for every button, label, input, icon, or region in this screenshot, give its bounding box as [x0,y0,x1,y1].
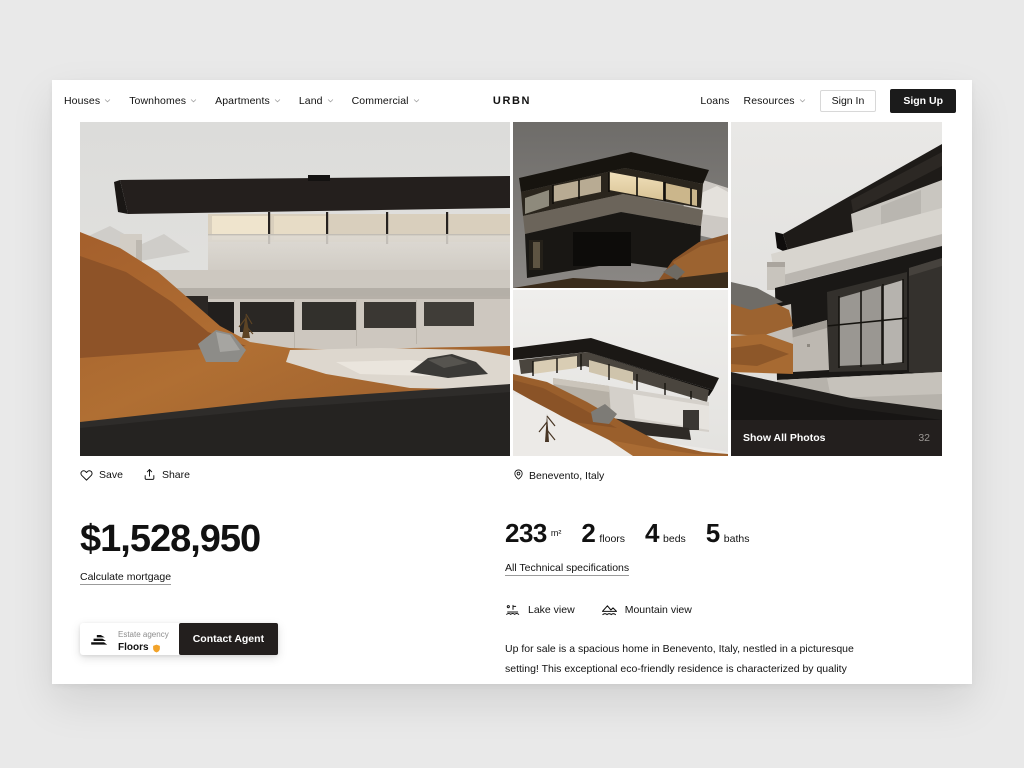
top-navigation-bar: Houses Townhomes Apartments Land Commerc… [52,80,972,122]
listing-actions: Save Share [80,468,942,481]
share-label: Share [161,468,190,481]
agency-name: Floors [118,642,169,654]
listing-price: $1,528,950 [80,518,261,560]
heart-icon [80,468,93,481]
primary-nav-links: Houses Townhomes Apartments Land Commerc… [64,95,420,107]
nav-item-loans-label: Loans [700,95,730,107]
nav-item-land-label: Land [298,95,323,107]
listing-location: Benevento, Italy [513,469,604,483]
nav-item-resources-label: Resources [743,95,795,107]
features-row: Lake view Mountain view [505,603,925,617]
listing-description: Up for sale is a spacious home in Beneve… [505,643,854,676]
calculate-mortgage-link[interactable]: Calculate mortgage [80,571,172,585]
spec-beds-value: 4 [645,518,660,548]
secondary-nav-links: Loans Resources Sign In Sign Up [700,88,956,114]
agency-role-label: Estate agency [118,630,169,640]
spec-baths-unit: baths [723,533,750,545]
gallery-image-thumb-dusk-corner[interactable] [513,122,728,288]
spec-area-unit: m² [550,528,562,538]
chevron-down-icon [190,97,197,104]
price-column: $1,528,950 Calculate mortgage [80,520,480,585]
spec-area: 233 m² [505,520,561,546]
spec-floors: 2 floors [581,520,625,546]
dusk-photo-illustration [513,122,728,288]
spec-area-value: 233 [505,518,547,548]
nav-item-commercial[interactable]: Commercial [352,95,420,107]
sign-up-button[interactable]: Sign Up [890,88,956,114]
nav-item-resources[interactable]: Resources [744,95,806,107]
agency-info[interactable]: Estate agency Floors [80,623,179,655]
share-icon [143,468,156,481]
specs-row: 233 m² 2 floors 4 beds 5 baths [505,520,925,546]
spec-floors-unit: floors [599,533,626,545]
nav-item-commercial-label: Commercial [351,95,409,107]
spec-baths-value: 5 [705,518,720,548]
chevron-down-icon [104,97,111,104]
feature-lake-view: Lake view [505,603,575,617]
spec-beds-unit: beds [663,533,686,545]
details-column: 233 m² 2 floors 4 beds 5 baths All Techn… [505,520,925,680]
agency-logo-icon [90,631,110,647]
feature-mountain-view-label: Mountain view [624,604,692,616]
feature-mountain-view: Mountain view [601,603,692,617]
save-label: Save [99,468,123,481]
chevron-down-icon [799,97,806,104]
gallery-image-hero-exterior-terrace[interactable] [80,122,510,456]
nav-item-townhomes[interactable]: Townhomes [129,95,197,107]
contact-agent-button[interactable]: Contact Agent [178,623,279,655]
location-label: Benevento, Italy [529,470,605,482]
snow-photo-illustration [513,290,728,456]
hero-photo-illustration [80,122,510,456]
nav-item-houses[interactable]: Houses [64,95,111,107]
photo-gallery: Show All Photos 32 [80,122,942,456]
show-all-photos-button[interactable]: Show All Photos 32 [731,420,942,456]
show-all-photos-label: Show All Photos [743,432,826,444]
gallery-image-thumb-snow-slope[interactable] [513,290,728,456]
mountain-view-icon [601,603,618,617]
chevron-down-icon [274,97,281,104]
nav-item-apartments[interactable]: Apartments [215,95,281,107]
share-button[interactable]: Share [143,468,190,481]
brand-logo[interactable]: URBN [493,95,531,107]
nav-item-apartments-label: Apartments [215,95,270,107]
lake-view-icon [505,603,521,617]
nav-item-loans[interactable]: Loans [700,95,729,107]
spec-baths: 5 baths [706,520,750,546]
photo-count: 32 [918,432,930,444]
save-button[interactable]: Save [80,468,123,481]
nav-item-land[interactable]: Land [299,95,334,107]
agency-card: Estate agency Floors Contact Agent [80,623,279,655]
chevron-down-icon [327,97,334,104]
nav-item-houses-label: Houses [64,95,101,107]
listing-page-card: Houses Townhomes Apartments Land Commerc… [52,80,972,684]
verified-badge-icon [152,644,161,653]
gallery-image-thumb-entrance[interactable]: Show All Photos 32 [731,122,942,456]
entrance-photo-illustration [731,122,942,456]
agency-name-label: Floors [118,642,149,654]
nav-item-townhomes-label: Townhomes [129,95,187,107]
feature-lake-view-label: Lake view [528,604,575,616]
all-technical-specifications-link[interactable]: All Technical specifications [505,562,630,576]
listing-meta-row: Save Share Benevento, Italy [80,468,942,490]
chevron-down-icon [413,97,420,104]
spec-beds: 4 beds [645,520,686,546]
spec-floors-value: 2 [581,518,596,548]
location-pin-icon [513,469,524,483]
agency-text-block: Estate agency Floors [118,624,169,654]
sign-in-button[interactable]: Sign In [819,89,877,113]
